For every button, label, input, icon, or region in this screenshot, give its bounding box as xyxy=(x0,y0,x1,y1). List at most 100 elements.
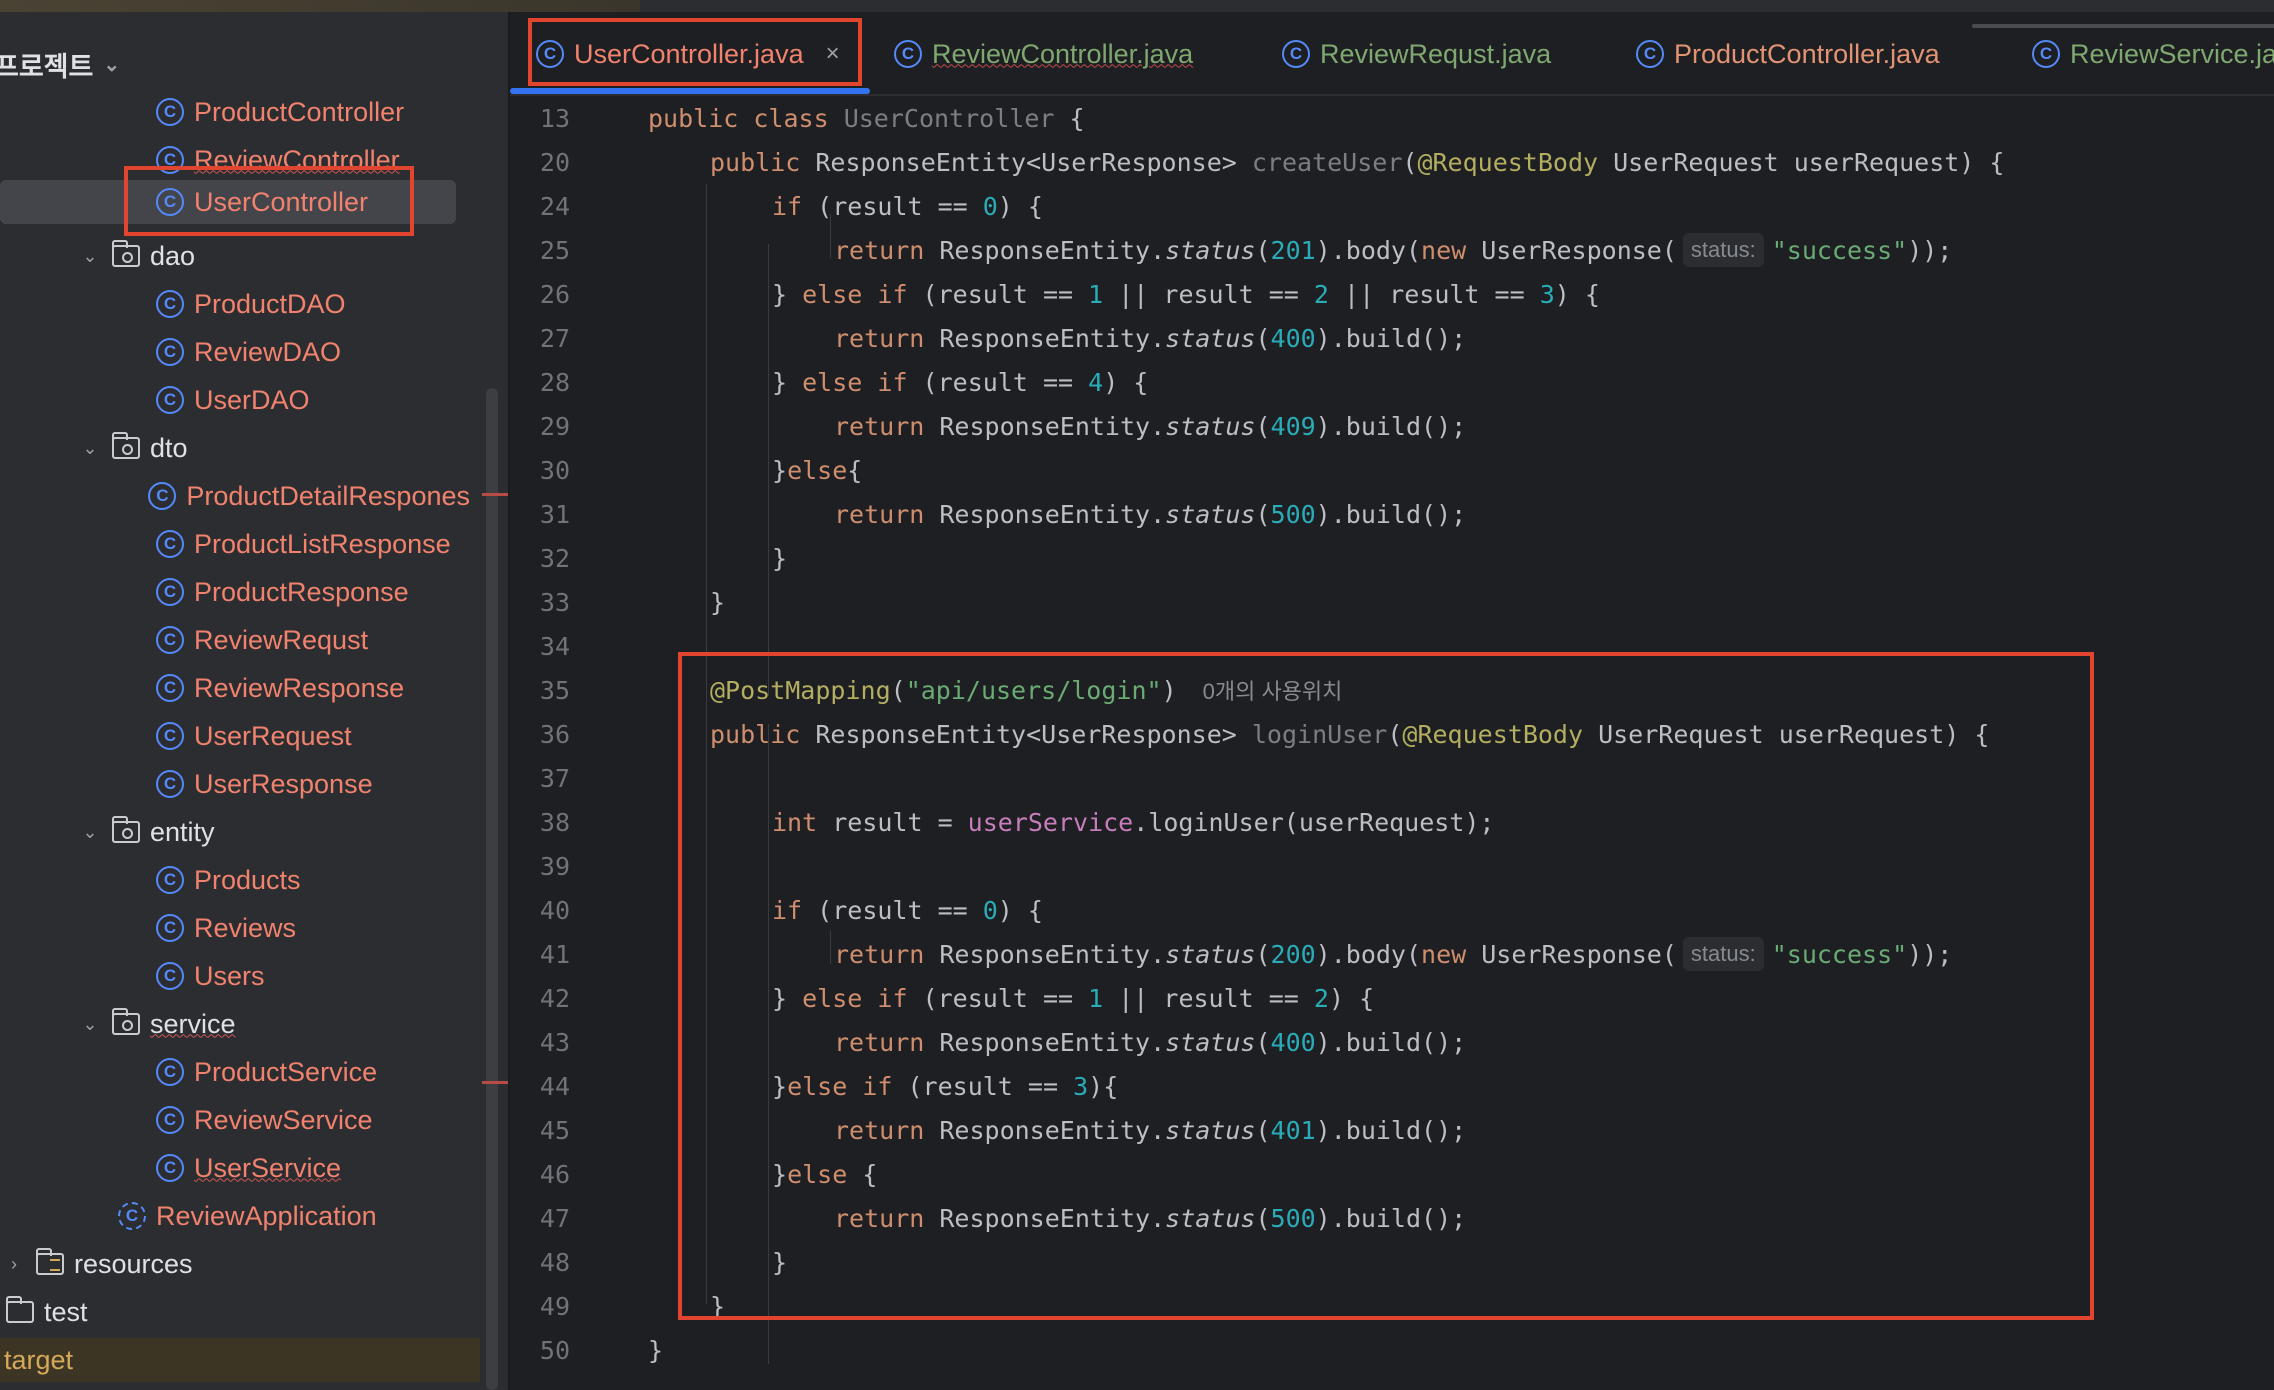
tree-item-reviewresponse[interactable]: C ReviewResponse xyxy=(0,666,470,710)
line-number: 35 xyxy=(539,675,570,705)
line-number: 32 xyxy=(539,543,570,573)
tree-item-userservice[interactable]: C UserService xyxy=(0,1146,470,1190)
chevron-down-icon[interactable]: ⌄ xyxy=(78,1014,102,1035)
tree-folder-resources[interactable]: › resources xyxy=(0,1242,470,1286)
tree-item-productservice[interactable]: C ProductService xyxy=(0,1050,470,1094)
package-folder-icon xyxy=(112,1008,140,1035)
class-icon: C xyxy=(156,674,184,702)
line-number: 29 xyxy=(539,411,570,441)
tree-item-label: Reviews xyxy=(194,912,297,943)
class-icon: C xyxy=(156,914,184,942)
tree-item-productdao[interactable]: C ProductDAO xyxy=(0,282,470,326)
tab-reviewrequst[interactable]: C ReviewRequst.java xyxy=(1282,12,1551,96)
title-strip xyxy=(0,0,2274,12)
class-icon: C xyxy=(156,1154,184,1182)
tree-item-label: dto xyxy=(150,432,188,463)
tree-item-label: ReviewRequst xyxy=(194,624,369,655)
chevron-down-icon[interactable]: ⌄ xyxy=(78,438,102,459)
code-line: 33 } xyxy=(510,580,2274,624)
code-line: 24 if (result == 0) { xyxy=(510,184,2274,228)
tree-item-products[interactable]: C Products xyxy=(0,858,470,902)
project-view-selector[interactable]: 프로젝트 ⌄ xyxy=(0,36,120,92)
tree-item-label: ProductDAO xyxy=(194,288,346,319)
code-line: 49 } xyxy=(510,1284,2274,1328)
title-strip-accent xyxy=(0,0,640,12)
chevron-down-icon[interactable]: ⌄ xyxy=(78,822,102,843)
line-number: 42 xyxy=(539,983,570,1013)
tab-label: ReviewRequst.java xyxy=(1320,38,1552,69)
class-icon: C xyxy=(2032,40,2060,68)
code-line: 39 xyxy=(510,844,2274,888)
tree-item-productcontroller[interactable]: C ProductController xyxy=(0,90,470,134)
code-line: 46 } else { xyxy=(510,1152,2274,1196)
parameter-hint: status: xyxy=(1682,937,1764,971)
tree-item-usercontroller[interactable]: C UserController xyxy=(0,180,456,224)
code-line: 41 return ResponseEntity. status(200).bod… xyxy=(510,932,2274,976)
code-line: 44 } else if (result == 3){ xyxy=(510,1064,2274,1108)
tree-item-label: ReviewService xyxy=(194,1104,373,1135)
tree-folder-dao[interactable]: ⌄ dao xyxy=(0,234,470,278)
code-line: 43 return ResponseEntity. status(400).bui… xyxy=(510,1020,2274,1064)
tree-folder-test[interactable]: test xyxy=(0,1290,470,1334)
tree-item-productlistresponse[interactable]: C ProductListResponse xyxy=(0,522,470,566)
tab-productcontroller[interactable]: C ProductController.java xyxy=(1636,12,1940,96)
tab-usercontroller[interactable]: C UserController.java × xyxy=(536,12,840,96)
tree-item-label: UserService xyxy=(194,1152,342,1183)
tree-item-label: service xyxy=(150,1008,236,1039)
tab-reviewcontroller[interactable]: C ReviewController.java xyxy=(894,12,1193,96)
usages-hint[interactable]: 0개의 사용위치 xyxy=(1203,674,1343,706)
tree-item-productresponse[interactable]: C ProductResponse xyxy=(0,570,470,614)
tree-folder-dto[interactable]: ⌄ dto xyxy=(0,426,470,470)
tree-folder-target[interactable]: target xyxy=(0,1338,480,1382)
tree-item-userrequest[interactable]: C UserRequest xyxy=(0,714,470,758)
line-number: 34 xyxy=(539,631,570,661)
code-line: 13 public class UserController { xyxy=(510,96,2274,140)
line-number: 36 xyxy=(539,719,570,749)
tree-item-label: ReviewDAO xyxy=(194,336,342,367)
line-number: 38 xyxy=(539,807,570,837)
tree-item-users[interactable]: C Users xyxy=(0,954,470,998)
close-icon[interactable]: × xyxy=(826,40,840,68)
line-number: 41 xyxy=(539,939,570,969)
folder-icon xyxy=(6,1296,34,1323)
line-number: 45 xyxy=(539,1115,570,1145)
line-number: 26 xyxy=(539,279,570,309)
tree-item-reviewapplication[interactable]: C ReviewApplication xyxy=(0,1194,470,1238)
tree-item-reviewdao[interactable]: C ReviewDAO xyxy=(0,330,470,374)
line-number: 46 xyxy=(539,1159,570,1189)
line-number: 31 xyxy=(539,499,570,529)
code-line: 26 } else if (result == 1 || result == 2… xyxy=(510,272,2274,316)
tree-item-label: Products xyxy=(194,864,301,895)
tree-item-productdetailrespones[interactable]: C ProductDetailRespones xyxy=(0,474,470,518)
tree-item-reviewcontroller[interactable]: C ReviewController xyxy=(0,138,470,182)
tree-item-userresponse[interactable]: C UserResponse xyxy=(0,762,470,806)
package-folder-icon xyxy=(112,816,140,843)
line-number: 25 xyxy=(539,235,570,265)
resources-folder-icon xyxy=(36,1248,64,1275)
class-icon: C xyxy=(156,338,184,366)
tree-item-reviewservice[interactable]: C ReviewService xyxy=(0,1098,470,1142)
tab-reviewservice[interactable]: C ReviewService.ja xyxy=(2032,12,2274,96)
line-number: 33 xyxy=(539,587,570,617)
chevron-right-icon[interactable]: › xyxy=(2,1254,26,1275)
tree-folder-entity[interactable]: ⌄ entity xyxy=(0,810,470,854)
sidebar-scrollbar[interactable] xyxy=(486,388,498,1390)
tree-item-reviewrequst[interactable]: C ReviewRequst xyxy=(0,618,470,662)
tab-label: UserController.java xyxy=(574,38,804,69)
tree-item-label: ReviewResponse xyxy=(194,672,405,703)
code-line: 47 return ResponseEntity. status(500).bui… xyxy=(510,1196,2274,1240)
class-icon: C xyxy=(156,770,184,798)
tree-item-label: dao xyxy=(150,240,196,271)
error-marker xyxy=(482,1081,508,1084)
class-icon: C xyxy=(156,962,184,990)
line-number: 27 xyxy=(539,323,570,353)
chevron-down-icon[interactable]: ⌄ xyxy=(78,246,102,267)
tree-item-userdao[interactable]: C UserDAO xyxy=(0,378,470,422)
tree-item-reviews[interactable]: C Reviews xyxy=(0,906,470,950)
tree-folder-service[interactable]: ⌄ service xyxy=(0,1002,470,1046)
code-editor[interactable]: 13 public class UserController { 20 publ… xyxy=(510,96,2274,1390)
line-number: 40 xyxy=(539,895,570,925)
package-folder-icon xyxy=(112,432,140,459)
tree-item-label: ProductController xyxy=(194,96,405,127)
package-folder-icon xyxy=(112,240,140,267)
